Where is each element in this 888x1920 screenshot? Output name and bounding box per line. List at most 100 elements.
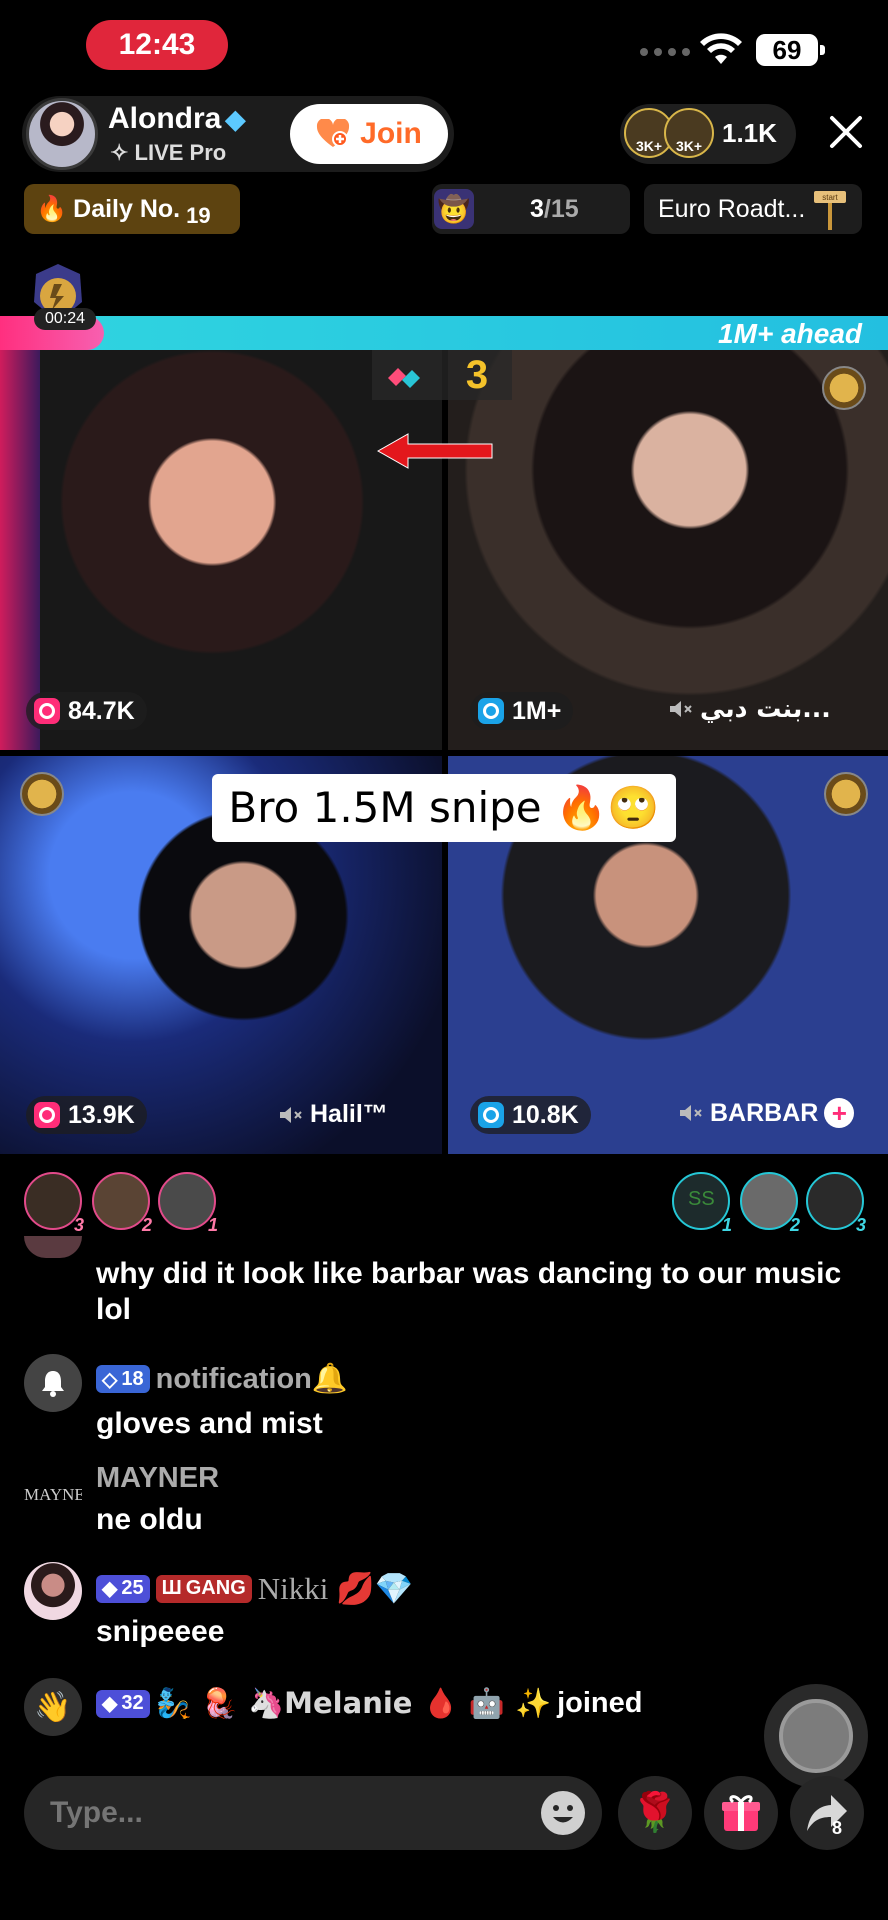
- road-trip-pill[interactable]: Euro Roadt... start: [644, 184, 862, 234]
- rose-gift-button[interactable]: 🌹: [618, 1776, 692, 1850]
- status-time: 12:43: [86, 20, 228, 70]
- emoji-icon[interactable]: [540, 1790, 586, 1836]
- gift-button[interactable]: [704, 1776, 778, 1850]
- quest-pill[interactable]: 🤠 3/15: [432, 184, 630, 234]
- gifter-rank: 3: [855, 1215, 866, 1235]
- host-name[interactable]: Alondra ◆: [108, 102, 245, 136]
- diamond-icon: ◆: [225, 104, 246, 134]
- record-button[interactable]: [764, 1684, 868, 1788]
- guest-name-tag[interactable]: Halil™: [278, 1100, 388, 1129]
- guest-score: 84.7K: [26, 692, 147, 730]
- heart-plus-icon: [316, 117, 350, 149]
- road-trip-label: Euro Roadt...: [658, 194, 806, 223]
- diamond-icon: ◇: [102, 1368, 118, 1391]
- score-icon: [34, 1102, 60, 1128]
- guest-video-2[interactable]: [448, 350, 888, 750]
- battle-ahead-text: 1M+ ahead: [718, 318, 862, 349]
- score-icon: [478, 1102, 504, 1128]
- host-subtitle: ✧ LIVE Pro: [110, 140, 227, 165]
- diamond-icon: ◆: [102, 1693, 118, 1715]
- bell-icon: [24, 1354, 82, 1412]
- top-gifter-avatar[interactable]: SS 1: [672, 1172, 732, 1235]
- quest-total: /15: [543, 194, 579, 223]
- top-gifter-avatar[interactable]: 2: [92, 1172, 152, 1235]
- flame-icon: 🔥: [36, 194, 68, 223]
- top-gifter-avatar[interactable]: 2: [740, 1172, 800, 1235]
- guest-score-value: 84.7K: [68, 696, 135, 725]
- top-gifter-avatar[interactable]: 3: [24, 1172, 84, 1235]
- signal-icon: [640, 48, 690, 56]
- chat-username: notification🔔: [155, 1363, 349, 1395]
- level-badge: ◆ 32: [96, 1689, 150, 1718]
- signpost-icon: start: [814, 191, 846, 230]
- guest-name: Halil™: [310, 1100, 388, 1128]
- top-gifter-avatar[interactable]: 1: [158, 1172, 218, 1235]
- chat-name-row[interactable]: ◇ 18 notification🔔: [96, 1362, 348, 1396]
- wave-icon: 👋: [24, 1678, 82, 1736]
- guest-name-tag[interactable]: بنت دبي...: [668, 694, 831, 723]
- chat-name-row[interactable]: ◆ 25 Ш GANG Nikki 💋💎: [96, 1570, 413, 1607]
- chat-name-row[interactable]: MAYNER: [96, 1462, 219, 1495]
- share-button[interactable]: [790, 1776, 864, 1850]
- daily-label: Daily No.: [73, 194, 181, 223]
- rank-badge: 3: [442, 350, 512, 400]
- chat-message-text: snipeeee: [96, 1615, 225, 1648]
- gifter-rank: 1: [207, 1215, 218, 1235]
- chat-message-text: ne oldu: [96, 1503, 203, 1536]
- join-button[interactable]: Join: [290, 104, 448, 164]
- grid-divider: [0, 750, 888, 756]
- tile-gift-icon[interactable]: [20, 772, 64, 816]
- chat-avatar[interactable]: [24, 1236, 82, 1258]
- chat-avatar[interactable]: MAYNEI: [24, 1466, 82, 1524]
- gifter-rank: 2: [141, 1215, 152, 1235]
- gifter-rank: 1: [721, 1215, 732, 1235]
- guest-name: BARBAR: [710, 1098, 819, 1127]
- gifter-rank: 2: [789, 1215, 800, 1235]
- chat-message-text: gloves and mist: [96, 1407, 323, 1440]
- guest-score: 13.9K: [26, 1096, 147, 1134]
- close-icon[interactable]: [826, 112, 866, 152]
- mute-icon: [280, 1106, 302, 1123]
- guest-name-tag[interactable]: BARBAR +: [678, 1098, 855, 1128]
- diamond-icon: ◆: [102, 1578, 118, 1600]
- guest-score-value: 13.9K: [68, 1100, 135, 1129]
- guest-video-1[interactable]: [0, 350, 442, 750]
- comment-input[interactable]: [24, 1776, 602, 1850]
- arrow-annotation-icon: [376, 433, 493, 469]
- daily-number: 19: [186, 203, 211, 228]
- score-icon: [478, 698, 504, 724]
- share-arrow-icon: [807, 1795, 847, 1831]
- svg-text:start: start: [822, 193, 838, 202]
- wifi-icon: [700, 33, 742, 64]
- chat-username: MAYNER: [96, 1462, 220, 1494]
- gift-icon: [722, 1795, 760, 1831]
- guest-name: بنت دبي...: [700, 694, 831, 723]
- level-badge: ◇ 18: [96, 1365, 150, 1393]
- guest-score: 10.8K: [470, 1096, 591, 1134]
- join-text: joined: [557, 1687, 643, 1719]
- chat-username: Nikki 💋💎: [257, 1571, 414, 1606]
- score-icon: [34, 698, 60, 724]
- share-count: 8: [832, 1818, 843, 1838]
- top-gifter-avatar[interactable]: 3: [806, 1172, 866, 1235]
- join-label: Join: [360, 117, 422, 150]
- boxing-glove-icon: [372, 350, 442, 400]
- follow-plus-icon[interactable]: +: [824, 1098, 855, 1128]
- daily-ranking-pill[interactable]: 🔥 Daily No. 19: [24, 184, 240, 234]
- tile-gift-icon[interactable]: [822, 366, 866, 410]
- chat-avatar[interactable]: [24, 1562, 82, 1620]
- video-caption: Bro 1.5M snipe 🔥🙄: [212, 774, 676, 842]
- guest-score: 1M+: [470, 692, 574, 730]
- mute-icon: [680, 1105, 702, 1121]
- rose-icon: 🌹: [631, 1792, 679, 1834]
- level-badge: ◆ 25: [96, 1574, 150, 1603]
- battle-timer: 00:24: [34, 308, 96, 330]
- fan-club-icon: Ш: [161, 1577, 182, 1599]
- guest-score-value: 10.8K: [512, 1100, 579, 1129]
- tile-gift-icon[interactable]: [824, 772, 868, 816]
- chat-join-row[interactable]: ◆ 32 🧞 🪼 🦄Melanie 🩸 🤖 ✨ joined: [96, 1686, 642, 1721]
- gifter-initials: SS: [688, 1188, 715, 1210]
- viewer-count[interactable]: 1.1K: [722, 118, 777, 149]
- host-avatar[interactable]: [26, 98, 98, 170]
- top-viewer-avatar[interactable]: 3K+: [664, 108, 714, 158]
